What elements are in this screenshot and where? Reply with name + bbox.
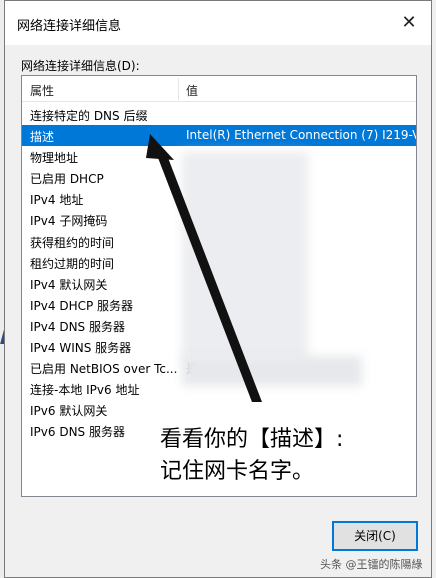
watermark: 头条 @王镭的陈陽綠 <box>320 558 423 571</box>
arrow-head <box>146 134 174 160</box>
annotation-arrow-icon <box>146 134 262 402</box>
arrow-shaft <box>155 150 262 402</box>
